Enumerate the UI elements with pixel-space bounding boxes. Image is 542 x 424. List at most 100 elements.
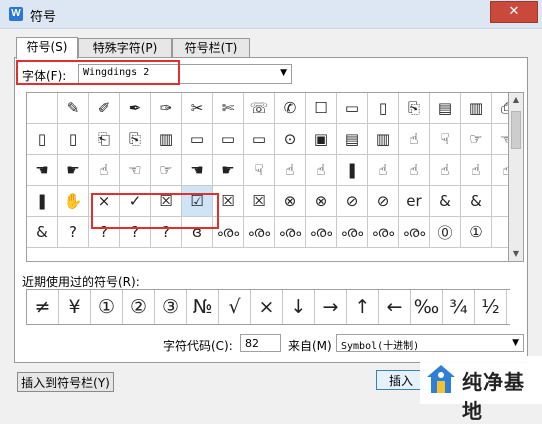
- symbol-cell[interactable]: ☒: [151, 186, 182, 217]
- symbol-cell[interactable]: ▭: [337, 93, 368, 124]
- symbol-cell[interactable]: ⊙: [275, 124, 306, 155]
- symbol-cell[interactable]: ?: [120, 217, 151, 248]
- symbol-cell[interactable]: ▭: [182, 124, 213, 155]
- symbol-cell[interactable]: ☞: [151, 155, 182, 186]
- symbol-cell[interactable]: ൟ: [368, 217, 399, 248]
- symbol-cell[interactable]: ❚: [27, 186, 58, 217]
- symbol-cell[interactable]: ▥: [151, 124, 182, 155]
- symbol-cell[interactable]: ൟ: [244, 217, 275, 248]
- symbol-cell[interactable]: ɞ: [182, 217, 213, 248]
- symbol-cell[interactable]: ☝: [306, 155, 337, 186]
- symbol-cell[interactable]: ✑: [151, 93, 182, 124]
- symbol-cell[interactable]: ✓: [120, 186, 151, 217]
- symbol-cell[interactable]: &: [27, 217, 58, 248]
- recent-symbol-cell[interactable]: №: [187, 290, 219, 324]
- symbol-cell[interactable]: [27, 93, 58, 124]
- recent-symbol-cell[interactable]: ≠: [27, 290, 59, 324]
- symbol-cell[interactable]: &: [430, 186, 461, 217]
- symbol-cell[interactable]: ൟ: [337, 217, 368, 248]
- symbol-cell[interactable]: ☟: [244, 155, 275, 186]
- symbol-cell[interactable]: ①: [461, 217, 492, 248]
- symbol-cell[interactable]: ☑: [182, 186, 213, 217]
- from-dropdown[interactable]: Symbol(十进制) ▼: [336, 334, 524, 352]
- recent-symbol-cell[interactable]: ②: [123, 290, 155, 324]
- recent-symbol-cell[interactable]: ¾: [443, 290, 475, 324]
- symbol-cell[interactable]: ☝: [430, 155, 461, 186]
- symbol-cell[interactable]: ☝: [368, 155, 399, 186]
- symbol-cell[interactable]: ☟: [430, 124, 461, 155]
- char-code-input[interactable]: 82: [240, 334, 281, 352]
- symbol-cell[interactable]: ൟ: [399, 217, 430, 248]
- symbol-cell[interactable]: &: [461, 186, 492, 217]
- symbol-cell[interactable]: ⎗: [89, 124, 120, 155]
- symbol-cell[interactable]: ൟ: [213, 217, 244, 248]
- symbol-cell[interactable]: ☛: [213, 155, 244, 186]
- symbol-cell[interactable]: ✒: [120, 93, 151, 124]
- scroll-up-icon[interactable]: ▲: [509, 93, 523, 107]
- insert-to-symbol-bar-button[interactable]: 插入到符号栏(Y): [17, 372, 114, 392]
- symbol-grid-scrollbar[interactable]: ▲ ▼: [508, 92, 524, 262]
- recent-symbol-cell[interactable]: ½: [475, 290, 507, 324]
- symbol-cell[interactable]: ☝: [399, 155, 430, 186]
- symbol-cell[interactable]: ✎: [58, 93, 89, 124]
- recent-symbol-cell[interactable]: ↑: [347, 290, 379, 324]
- symbol-cell[interactable]: ▥: [368, 124, 399, 155]
- recent-symbol-cell[interactable]: ‰: [411, 290, 443, 324]
- symbol-cell[interactable]: ?: [58, 217, 89, 248]
- symbol-cell[interactable]: ❚: [337, 155, 368, 186]
- symbol-cell[interactable]: ☚: [182, 155, 213, 186]
- close-button[interactable]: ✕: [490, 1, 538, 23]
- symbol-cell[interactable]: ▤: [430, 93, 461, 124]
- symbol-cell[interactable]: ▤: [337, 124, 368, 155]
- tab-symbols[interactable]: 符号(S): [16, 37, 78, 59]
- scrollbar-thumb[interactable]: [511, 111, 521, 149]
- symbol-cell[interactable]: ⊗: [275, 186, 306, 217]
- symbol-cell[interactable]: ☜: [492, 124, 508, 155]
- symbol-cell[interactable]: ☏: [244, 93, 275, 124]
- symbol-cell[interactable]: ▯: [27, 124, 58, 155]
- recent-symbol-cell[interactable]: ¥: [59, 290, 91, 324]
- symbol-cell[interactable]: ⎘: [120, 124, 151, 155]
- symbol-cell[interactable]: ☝: [492, 155, 508, 186]
- symbol-cell[interactable]: ☒: [244, 186, 275, 217]
- recent-symbol-cell[interactable]: →: [315, 290, 347, 324]
- symbol-cell[interactable]: ✋: [58, 186, 89, 217]
- symbol-cell[interactable]: ☝: [399, 124, 430, 155]
- symbol-cell[interactable]: ×: [89, 186, 120, 217]
- tab-special-characters[interactable]: 特殊字符(P): [78, 38, 172, 58]
- symbol-cell[interactable]: ⊗: [306, 186, 337, 217]
- symbol-cell[interactable]: ▥: [461, 93, 492, 124]
- symbol-cell[interactable]: ▯: [58, 124, 89, 155]
- symbol-cell[interactable]: ☛: [58, 155, 89, 186]
- font-dropdown[interactable]: Wingdings 2 ▼: [78, 64, 292, 84]
- symbol-cell[interactable]: ☝: [89, 155, 120, 186]
- recent-symbol-cell[interactable]: ↓: [283, 290, 315, 324]
- tab-symbol-bar[interactable]: 符号栏(T): [172, 38, 250, 58]
- symbol-cell[interactable]: ✆: [275, 93, 306, 124]
- symbol-cell[interactable]: [492, 217, 508, 248]
- symbol-cell[interactable]: [492, 186, 508, 217]
- symbol-cell[interactable]: ?: [89, 217, 120, 248]
- symbol-cell[interactable]: ☐: [306, 93, 337, 124]
- scroll-down-icon[interactable]: ▼: [509, 247, 523, 261]
- recent-symbol-cell[interactable]: ×: [251, 290, 283, 324]
- symbol-cell[interactable]: ☒: [213, 186, 244, 217]
- symbol-cell[interactable]: ▯: [368, 93, 399, 124]
- symbol-cell[interactable]: ▭: [213, 124, 244, 155]
- symbol-cell[interactable]: ▭: [244, 124, 275, 155]
- symbol-cell[interactable]: ൟ: [275, 217, 306, 248]
- symbol-cell[interactable]: ✄: [213, 93, 244, 124]
- symbol-cell[interactable]: ▣: [306, 124, 337, 155]
- symbol-cell[interactable]: ✂: [182, 93, 213, 124]
- symbol-cell[interactable]: ☝: [275, 155, 306, 186]
- symbol-cell[interactable]: ⊘: [368, 186, 399, 217]
- symbol-cell[interactable]: ☜: [120, 155, 151, 186]
- symbol-cell[interactable]: ൟ: [306, 217, 337, 248]
- recent-symbol-cell[interactable]: ③: [155, 290, 187, 324]
- symbol-cell[interactable]: ?: [151, 217, 182, 248]
- symbol-cell[interactable]: ☚: [27, 155, 58, 186]
- recent-symbol-cell[interactable]: ①: [91, 290, 123, 324]
- symbol-cell[interactable]: ⎘: [399, 93, 430, 124]
- symbol-cell[interactable]: ✐: [89, 93, 120, 124]
- symbol-cell[interactable]: er: [399, 186, 430, 217]
